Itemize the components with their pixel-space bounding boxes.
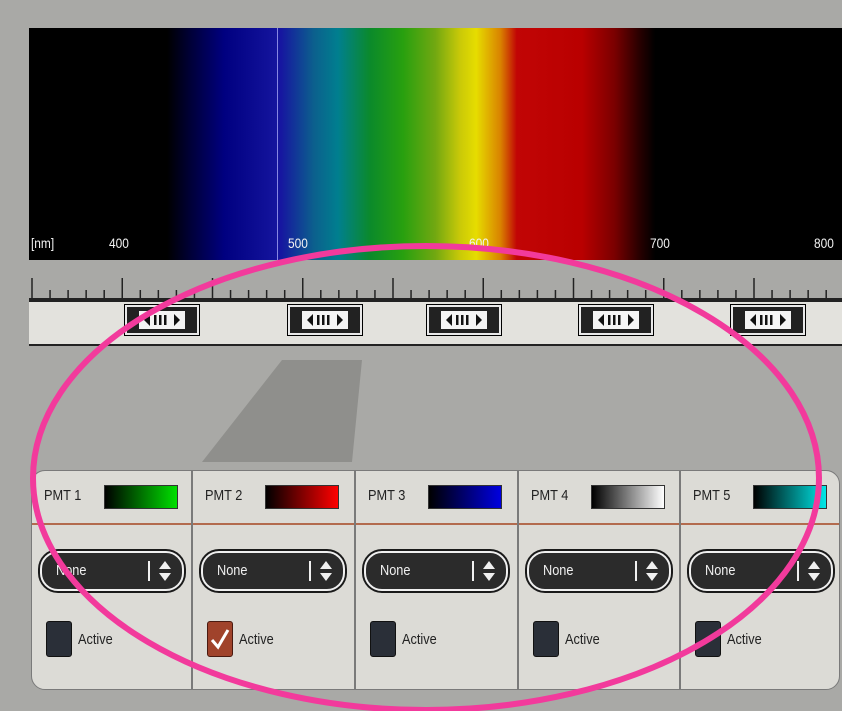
lut-color-swatch[interactable] bbox=[591, 485, 665, 509]
tick-label-800: 800 bbox=[814, 235, 834, 251]
dye-select-value: None bbox=[380, 562, 411, 579]
select-separator bbox=[309, 561, 311, 581]
updown-arrows-icon bbox=[483, 561, 495, 581]
select-separator bbox=[472, 561, 474, 581]
grip-arrows-icon bbox=[745, 311, 791, 329]
pmt-label: PMT 5 bbox=[693, 487, 731, 504]
active-checkbox[interactable] bbox=[370, 621, 396, 657]
pmt-header: PMT 4 bbox=[519, 471, 679, 525]
active-label: Active bbox=[239, 631, 274, 648]
band-slider-handle[interactable] bbox=[287, 304, 363, 336]
pmt-header: PMT 5 bbox=[681, 471, 839, 525]
band-slider-handle[interactable] bbox=[124, 304, 200, 336]
dye-select-value: None bbox=[56, 562, 87, 579]
active-label: Active bbox=[727, 631, 762, 648]
grip-arrows-icon bbox=[593, 311, 639, 329]
pmt-channel-panel: PMT 3 None Active bbox=[355, 470, 518, 690]
emission-spectrum: [nm] 400 500 600 700 800 bbox=[29, 28, 842, 260]
active-checkbox[interactable] bbox=[533, 621, 559, 657]
lut-color-swatch[interactable] bbox=[104, 485, 178, 509]
updown-arrows-icon bbox=[320, 561, 332, 581]
pmt-header: PMT 2 bbox=[193, 471, 354, 525]
spectrum-unit-label: [nm] bbox=[31, 235, 55, 251]
active-label: Active bbox=[78, 631, 113, 648]
grip-arrows-icon bbox=[441, 311, 487, 329]
active-checkbox[interactable] bbox=[207, 621, 233, 657]
pmt-channel-panel: PMT 1 None Active bbox=[31, 470, 192, 690]
pmt-channel-panel: PMT 2 None Active bbox=[192, 470, 355, 690]
dye-select-value: None bbox=[217, 562, 248, 579]
tick-label-500: 500 bbox=[288, 235, 308, 251]
pmt-channel-panel: PMT 4 None Active bbox=[518, 470, 680, 690]
dye-select-value: None bbox=[543, 562, 574, 579]
select-separator bbox=[797, 561, 799, 581]
active-checkbox[interactable] bbox=[46, 621, 72, 657]
select-separator bbox=[148, 561, 150, 581]
active-label: Active bbox=[565, 631, 600, 648]
pmt-label: PMT 3 bbox=[368, 487, 406, 504]
wavelength-cursor[interactable] bbox=[277, 28, 278, 260]
band-slider-handle[interactable] bbox=[426, 304, 502, 336]
dye-select[interactable]: None bbox=[201, 551, 345, 591]
lut-color-swatch[interactable] bbox=[428, 485, 502, 509]
tick-label-600: 600 bbox=[469, 235, 489, 251]
pmt-label: PMT 4 bbox=[531, 487, 569, 504]
updown-arrows-icon bbox=[808, 561, 820, 581]
dye-select[interactable]: None bbox=[364, 551, 508, 591]
pmt-header: PMT 1 bbox=[32, 471, 191, 525]
band-slider-handle[interactable] bbox=[730, 304, 806, 336]
pmt-label: PMT 1 bbox=[44, 487, 82, 504]
pmt-label: PMT 2 bbox=[205, 487, 243, 504]
pmt-channel-panel: PMT 5 None Active bbox=[680, 470, 840, 690]
tick-label-700: 700 bbox=[650, 235, 670, 251]
dye-select-value: None bbox=[705, 562, 736, 579]
lut-color-swatch[interactable] bbox=[265, 485, 339, 509]
active-label: Active bbox=[402, 631, 437, 648]
band-slider-handle[interactable] bbox=[578, 304, 654, 336]
wavelength-ruler bbox=[29, 278, 842, 300]
grip-arrows-icon bbox=[302, 311, 348, 329]
updown-arrows-icon bbox=[159, 561, 171, 581]
active-checkbox[interactable] bbox=[695, 621, 721, 657]
pmt-header: PMT 3 bbox=[356, 471, 517, 525]
dye-select[interactable]: None bbox=[527, 551, 671, 591]
grip-arrows-icon bbox=[139, 311, 185, 329]
checkmark-icon bbox=[210, 629, 230, 650]
dye-select[interactable]: None bbox=[689, 551, 833, 591]
select-separator bbox=[635, 561, 637, 581]
updown-arrows-icon bbox=[646, 561, 658, 581]
tick-label-400: 400 bbox=[109, 235, 129, 251]
lut-color-swatch[interactable] bbox=[753, 485, 827, 509]
dye-select[interactable]: None bbox=[40, 551, 184, 591]
